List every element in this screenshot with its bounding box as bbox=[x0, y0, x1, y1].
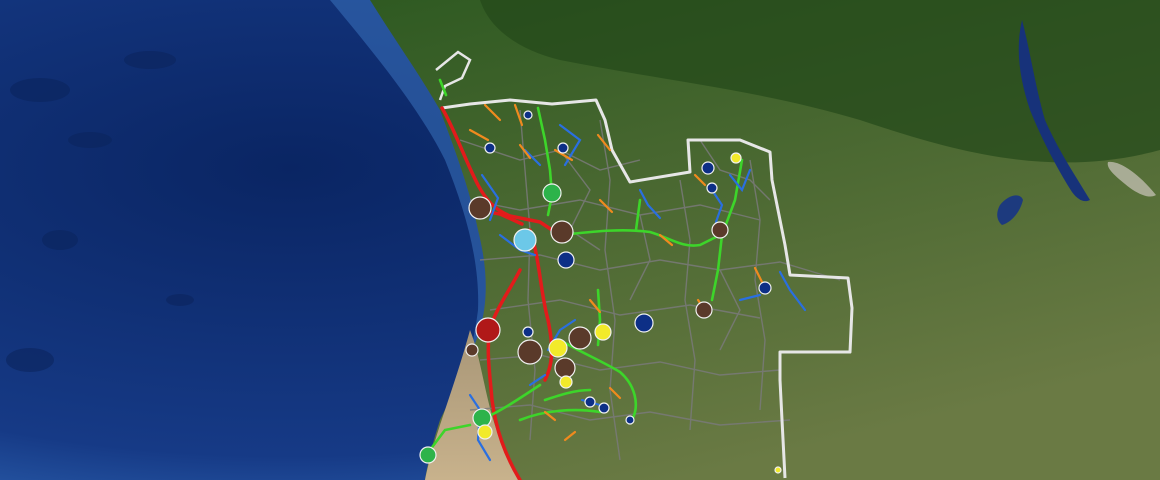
site-marker[interactable] bbox=[634, 313, 654, 333]
site-marker[interactable] bbox=[774, 466, 782, 474]
site-marker[interactable] bbox=[550, 220, 574, 244]
site-marker[interactable] bbox=[522, 326, 534, 338]
site-marker[interactable] bbox=[475, 317, 501, 343]
site-marker[interactable] bbox=[513, 228, 537, 252]
site-marker[interactable] bbox=[584, 396, 596, 408]
site-marker[interactable] bbox=[701, 161, 715, 175]
site-marker[interactable] bbox=[468, 196, 492, 220]
satellite-map[interactable] bbox=[0, 0, 1160, 480]
site-marker[interactable] bbox=[557, 142, 569, 154]
site-marker[interactable] bbox=[758, 281, 772, 295]
site-marker[interactable] bbox=[477, 424, 493, 440]
site-marker[interactable] bbox=[542, 183, 562, 203]
site-marker[interactable] bbox=[554, 357, 576, 379]
site-marker[interactable] bbox=[484, 142, 496, 154]
site-marker[interactable] bbox=[711, 221, 729, 239]
site-marker[interactable] bbox=[559, 375, 573, 389]
site-marker[interactable] bbox=[523, 110, 533, 120]
site-marker[interactable] bbox=[419, 446, 437, 464]
site-marker[interactable] bbox=[465, 343, 479, 357]
site-marker[interactable] bbox=[598, 402, 610, 414]
site-marker[interactable] bbox=[472, 408, 492, 428]
site-marker[interactable] bbox=[568, 326, 592, 350]
site-marker[interactable] bbox=[548, 338, 568, 358]
site-marker[interactable] bbox=[695, 301, 713, 319]
site-marker[interactable] bbox=[557, 251, 575, 269]
site-marker[interactable] bbox=[594, 323, 612, 341]
site-marker[interactable] bbox=[730, 152, 742, 164]
site-marker[interactable] bbox=[517, 339, 543, 365]
site-marker[interactable] bbox=[625, 415, 635, 425]
site-marker[interactable] bbox=[706, 182, 718, 194]
